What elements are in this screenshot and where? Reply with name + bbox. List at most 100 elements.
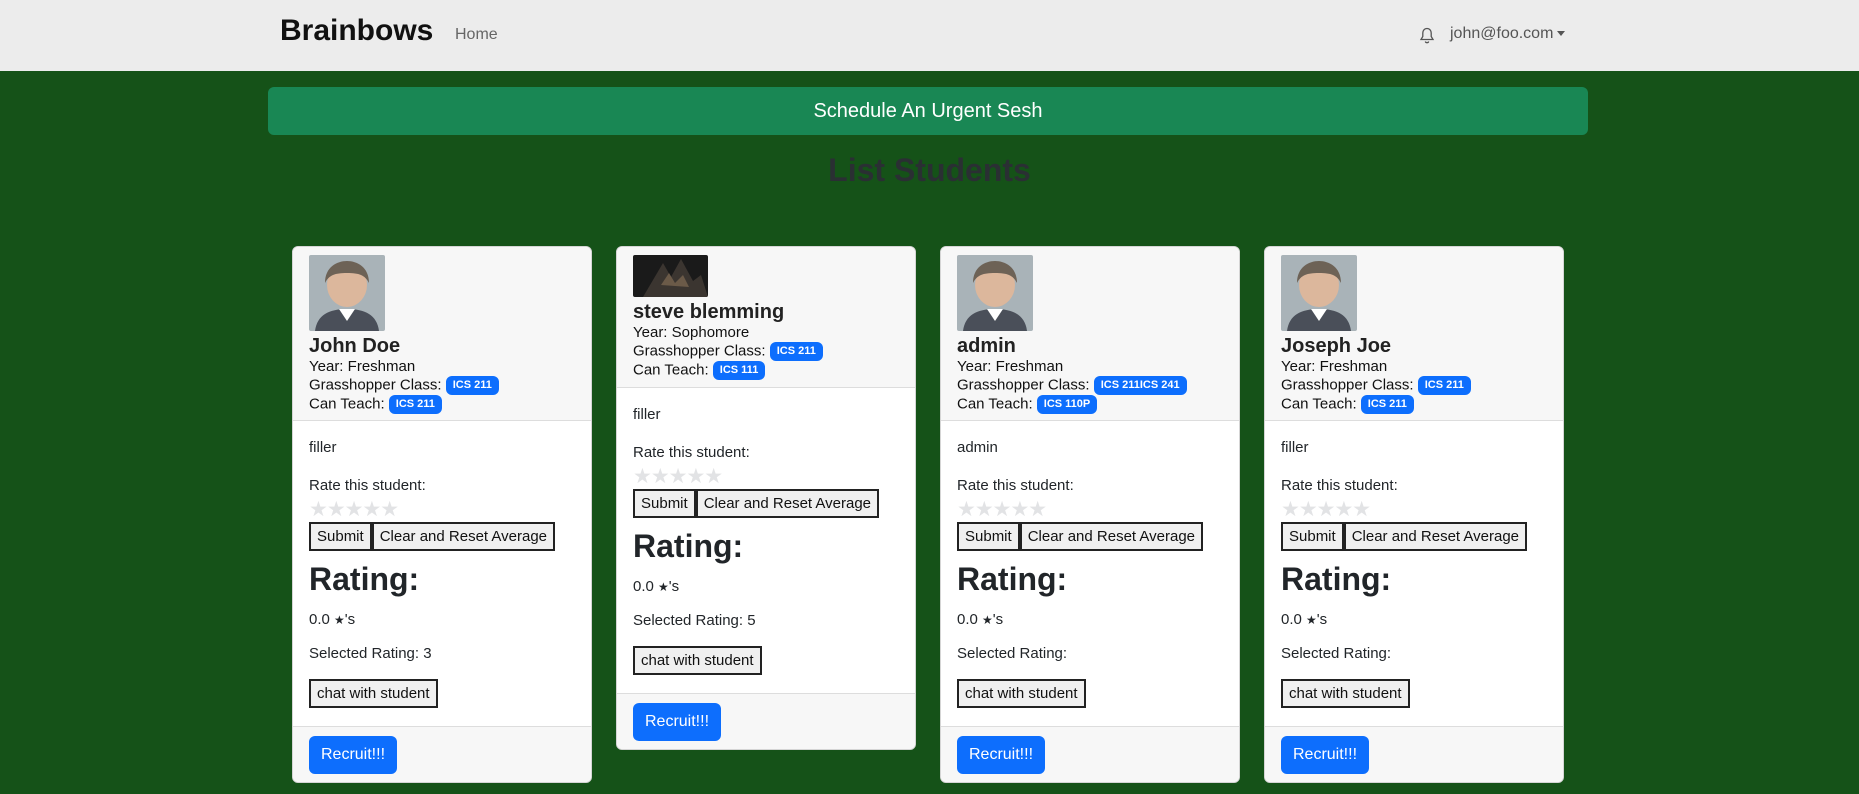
chevron-down-icon bbox=[1557, 31, 1566, 37]
user-menu-dropdown[interactable]: john@foo.com bbox=[1450, 25, 1566, 43]
star-rating-input[interactable]: ★★★★★ bbox=[1281, 499, 1547, 520]
selected-rating: Selected Rating: bbox=[957, 645, 1223, 662]
rating-number: 0.0 bbox=[957, 611, 978, 628]
card-footer: Recruit!!! bbox=[293, 726, 591, 782]
selected-label: Selected Rating: bbox=[309, 645, 424, 662]
stars-suffix: 's bbox=[344, 611, 356, 628]
rating-value: 0.0 ★'s bbox=[1281, 611, 1547, 628]
rating-heading: Rating: bbox=[633, 528, 744, 564]
teach-badge: ICS 111 bbox=[712, 360, 766, 380]
card-header: admin Year: Freshman Grasshopper Class: … bbox=[941, 247, 1239, 421]
class-badge: ICS 211 bbox=[1417, 375, 1471, 395]
selected-rating: Selected Rating: bbox=[1281, 645, 1547, 662]
student-avatar bbox=[633, 255, 708, 297]
student-name: Joseph Joe bbox=[1281, 335, 1392, 357]
student-teach: Can Teach: ICS 110P bbox=[957, 394, 1223, 414]
student-class: Grasshopper Class: ICS 211ICS 241 bbox=[957, 375, 1223, 395]
card-body: filler Rate this student: ★★★★★ Submit C… bbox=[1265, 421, 1563, 726]
recruit-button[interactable]: Recruit!!! bbox=[633, 703, 722, 741]
rating-value: 0.0 ★'s bbox=[957, 611, 1223, 628]
year-label: Year: bbox=[633, 324, 672, 341]
student-year: Year: Freshman bbox=[309, 358, 575, 376]
teach-label: Can Teach: bbox=[1281, 394, 1361, 412]
clear-reset-button[interactable]: Clear and Reset Average bbox=[695, 489, 880, 518]
student-class: Grasshopper Class: ICS 211 bbox=[1281, 375, 1547, 395]
clear-reset-button[interactable]: Clear and Reset Average bbox=[1019, 522, 1204, 551]
bell-icon[interactable] bbox=[1419, 27, 1435, 45]
student-year: Year: Freshman bbox=[1281, 358, 1547, 376]
recruit-button[interactable]: Recruit!!! bbox=[1281, 736, 1370, 774]
student-avatar bbox=[1281, 255, 1357, 331]
student-class: Grasshopper Class: ICS 211 bbox=[309, 375, 575, 395]
card-body: admin Rate this student: ★★★★★ Submit Cl… bbox=[941, 421, 1239, 726]
year-value: Sophomore bbox=[671, 324, 750, 341]
year-value: Freshman bbox=[1319, 358, 1388, 375]
year-label: Year: bbox=[957, 358, 996, 375]
submit-rating-button[interactable]: Submit bbox=[309, 522, 372, 551]
student-avatar bbox=[309, 255, 385, 331]
stars-suffix: 's bbox=[668, 578, 680, 595]
rating-heading: Rating: bbox=[1281, 561, 1392, 597]
schedule-urgent-button[interactable]: Schedule An Urgent Sesh bbox=[268, 87, 1588, 135]
student-teach: Can Teach: ICS 211 bbox=[1281, 394, 1547, 414]
teach-label: Can Teach: bbox=[633, 360, 713, 378]
card-footer: Recruit!!! bbox=[1265, 726, 1563, 782]
rate-label: Rate this student: bbox=[633, 444, 750, 461]
star-icon: ★ bbox=[334, 613, 345, 628]
selected-rating: Selected Rating: 5 bbox=[633, 612, 899, 629]
star-rating-input[interactable]: ★★★★★ bbox=[957, 499, 1223, 520]
nav-home-link[interactable]: Home bbox=[455, 26, 498, 44]
rating-value: 0.0 ★'s bbox=[309, 611, 575, 628]
clear-reset-button[interactable]: Clear and Reset Average bbox=[371, 522, 556, 551]
class-label: Grasshopper Class: bbox=[633, 341, 770, 359]
star-icon: ★ bbox=[982, 613, 993, 628]
rating-heading: Rating: bbox=[309, 561, 420, 597]
rating-number: 0.0 bbox=[1281, 611, 1302, 628]
card-header: Joseph Joe Year: Freshman Grasshopper Cl… bbox=[1265, 247, 1563, 421]
chat-with-student-button[interactable]: chat with student bbox=[1281, 679, 1410, 708]
class-label: Grasshopper Class: bbox=[1281, 375, 1418, 393]
submit-rating-button[interactable]: Submit bbox=[957, 522, 1020, 551]
selected-label: Selected Rating: bbox=[633, 612, 748, 629]
recruit-button[interactable]: Recruit!!! bbox=[309, 736, 398, 774]
selected-rating: Selected Rating: 3 bbox=[309, 645, 575, 662]
rating-number: 0.0 bbox=[309, 611, 330, 628]
year-label: Year: bbox=[309, 358, 348, 375]
class-badge: ICS 211 bbox=[769, 341, 823, 361]
submit-rating-button[interactable]: Submit bbox=[1281, 522, 1344, 551]
star-rating-input[interactable]: ★★★★★ bbox=[309, 499, 575, 520]
year-value: Freshman bbox=[347, 358, 416, 375]
brand-logo[interactable]: Brainbows bbox=[280, 14, 433, 48]
chat-with-student-button[interactable]: chat with student bbox=[957, 679, 1086, 708]
class-label: Grasshopper Class: bbox=[309, 375, 446, 393]
class-label: Grasshopper Class: bbox=[957, 375, 1094, 393]
teach-badge: ICS 211 bbox=[388, 394, 442, 414]
rate-label: Rate this student: bbox=[1281, 477, 1398, 494]
rate-label: Rate this student: bbox=[309, 477, 426, 494]
rating-heading: Rating: bbox=[957, 561, 1068, 597]
page-title: List Students bbox=[828, 152, 1031, 188]
student-class: Grasshopper Class: ICS 211 bbox=[633, 341, 899, 361]
student-description: filler bbox=[1281, 439, 1309, 456]
student-card: steve blemming Year: Sophomore Grasshopp… bbox=[616, 246, 916, 750]
class-badge: ICS 211 bbox=[445, 375, 499, 395]
student-avatar bbox=[957, 255, 1033, 331]
submit-rating-button[interactable]: Submit bbox=[633, 489, 696, 518]
teach-label: Can Teach: bbox=[957, 394, 1037, 412]
rating-value: 0.0 ★'s bbox=[633, 578, 899, 595]
clear-reset-button[interactable]: Clear and Reset Average bbox=[1343, 522, 1528, 551]
star-rating-input[interactable]: ★★★★★ bbox=[633, 466, 899, 487]
recruit-button[interactable]: Recruit!!! bbox=[957, 736, 1046, 774]
card-footer: Recruit!!! bbox=[617, 693, 915, 749]
student-description: filler bbox=[309, 439, 337, 456]
teach-badge: ICS 211 bbox=[1360, 394, 1414, 414]
selected-value: 3 bbox=[423, 645, 432, 662]
teach-label: Can Teach: bbox=[309, 394, 389, 412]
stars-suffix: 's bbox=[992, 611, 1004, 628]
student-name: steve blemming bbox=[633, 301, 785, 323]
student-name: John Doe bbox=[309, 335, 401, 357]
chat-with-student-button[interactable]: chat with student bbox=[309, 679, 438, 708]
year-label: Year: bbox=[1281, 358, 1320, 375]
rating-number: 0.0 bbox=[633, 578, 654, 595]
chat-with-student-button[interactable]: chat with student bbox=[633, 646, 762, 675]
